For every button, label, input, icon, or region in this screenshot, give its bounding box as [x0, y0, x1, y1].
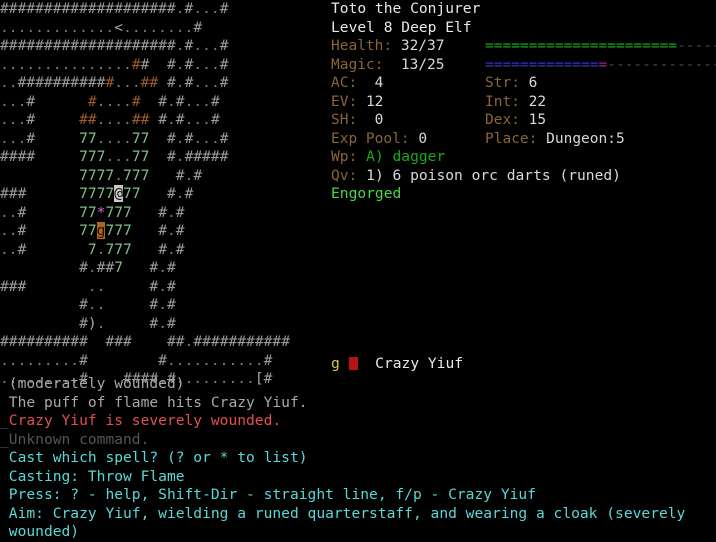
exp-pool-value: 0	[418, 130, 428, 147]
quiver-label: Qv:	[331, 166, 358, 184]
message-line: Press: ? - help, Shift-Dir - straight li…	[0, 486, 716, 505]
ac-value: 4	[374, 75, 384, 91]
str-label: Str:	[485, 75, 520, 91]
monster-list-item[interactable]: g Crazy Yiuf	[0, 355, 716, 374]
health-value: 32/37	[400, 38, 445, 54]
map-row: ...# 77....77 #.#...#	[0, 129, 229, 147]
player-cursor: @	[114, 185, 124, 202]
monster-name: Crazy Yiuf	[375, 355, 464, 372]
map-row: ...............## #.#...#	[0, 55, 229, 73]
health-row: Health: 32/37 ======================-----	[331, 37, 716, 56]
sh-dex-row: SH: 0 Dex: 15	[331, 111, 716, 130]
message-text: Press: ? - help, Shift-Dir - straight li…	[8, 486, 536, 503]
dex-label: Dex:	[485, 112, 520, 128]
message-line: The puff of flame hits Crazy Yiuf.	[0, 394, 716, 413]
magic-bar-empty: -------------	[607, 56, 716, 73]
game-screen: ####################.#...# .............…	[0, 0, 716, 540]
sh-label: SH:	[331, 112, 358, 128]
health-bar-filled: ======================	[485, 38, 678, 54]
map-row: ..###########...## #.#...#	[0, 74, 229, 91]
map-row: #). #.#	[79, 314, 176, 332]
exp-place-row: Exp Pool: 0 Place: Dungeon:5	[331, 130, 716, 149]
ev-int-row: EV: 12 Int: 22	[331, 93, 716, 112]
place-value: Dungeon:5	[546, 130, 625, 147]
exp-pool-label: Exp Pool:	[331, 130, 410, 147]
message-line: (moderately wounded)	[0, 375, 716, 394]
message-line: _Crazy Yiuf is severely wounded.	[0, 412, 716, 431]
player-stats-panel: Toto the Conjurer Level 8 Deep Elf Healt…	[331, 0, 716, 202]
player-name-row: Toto the Conjurer	[331, 0, 716, 19]
ev-value: 12	[365, 93, 384, 110]
status-row: Engorged	[331, 185, 716, 204]
map-row: ..# 7.777 #.#	[0, 240, 185, 258]
map-row: 7777.777 #.#	[79, 166, 203, 184]
message-more-marker: _	[0, 430, 9, 448]
weapon-value: A) dagger	[366, 148, 446, 165]
magic-bar-filled: =============	[485, 56, 599, 73]
magic-bar: ==============-------------	[485, 56, 716, 75]
message-more-marker: _	[0, 412, 9, 429]
message-line: Casting: Throw Flame	[0, 468, 716, 487]
map-row: #.. #.#	[79, 296, 176, 313]
quiver-value: 1) 6 poison orc darts (runed)	[366, 166, 621, 184]
map-row: ### 7777@77 #.#	[0, 185, 194, 202]
map-row: ####################.#...#	[0, 37, 229, 54]
message-log[interactable]: (moderately wounded) The puff of flame h…	[0, 375, 716, 540]
magic-row: Magic: 13/25 ==============-------------	[331, 56, 716, 75]
message-text: Unknown command.	[8, 430, 150, 448]
message-line: Cast which spell? (? or * to list)	[0, 449, 716, 468]
magic-label: Magic:	[331, 56, 384, 73]
message-text: Cast which spell? (? or * to list)	[8, 449, 308, 466]
magic-bar-drained: =	[598, 56, 608, 73]
message-text: Casting: Throw Flame	[8, 467, 185, 485]
monster-list-panel: g Crazy Yiuf	[0, 355, 716, 375]
ac-str-row: AC: 4 Str: 6	[331, 74, 716, 93]
map-row: ####################.#...#	[0, 0, 229, 17]
map-row: ..# 77*777 #.#	[0, 203, 185, 221]
weapon-row[interactable]: Wp: A) dagger	[331, 148, 716, 167]
message-text: Crazy Yiuf is severely wounded.	[8, 412, 282, 429]
map-row: ########## ### ##.###########	[0, 333, 290, 350]
ev-label: EV:	[331, 93, 358, 110]
message-text: (moderately wounded)	[8, 375, 185, 392]
monster-health-bar	[348, 357, 358, 370]
health-bar: ======================-----	[485, 37, 716, 56]
map-row: #### 777...77 #.#####	[0, 148, 229, 165]
map-row: ...# ##....## #.#...#	[0, 111, 220, 128]
map-row: ..# 77g777 #.#	[0, 222, 185, 239]
message-line: Aim: Crazy Yiuf, wielding a runed quarte…	[0, 505, 716, 524]
health-bar-empty: -----	[677, 38, 716, 54]
weapon-item-glyph[interactable]: )	[88, 315, 97, 332]
map-row: #.##7 #.#	[79, 259, 176, 276]
player-level-species: Level 8 Deep Elf	[331, 18, 472, 36]
message-line: wounded)	[0, 523, 716, 542]
int-label: Int:	[485, 93, 520, 110]
map-row: ...# #....# #.#...#	[0, 92, 220, 110]
message-text: wounded)	[8, 523, 80, 540]
sh-value: 0	[374, 112, 384, 128]
quiver-row[interactable]: Qv: 1) 6 poison orc darts (runed)	[331, 167, 716, 186]
player-name: Toto the Conjurer	[331, 0, 481, 17]
ac-label: AC:	[331, 75, 358, 91]
health-label: Health:	[331, 38, 393, 54]
str-value: 6	[528, 75, 538, 91]
message-text: The puff of flame hits Crazy Yiuf.	[8, 393, 308, 411]
place-label: Place:	[485, 130, 538, 147]
map-row: ### .. #.#	[0, 277, 176, 295]
dex-value: 15	[528, 112, 547, 128]
int-value: 22	[528, 93, 547, 110]
map-row: .............<........#	[0, 18, 203, 36]
status-badge: Engorged	[331, 185, 402, 202]
message-text: Aim: Crazy Yiuf, wielding a runed quarte…	[8, 504, 686, 522]
player-level-row: Level 8 Deep Elf	[331, 19, 716, 38]
weapon-label: Wp:	[331, 148, 358, 165]
dungeon-map[interactable]: ####################.#...# .............…	[0, 0, 325, 387]
monster-glyph: g	[331, 355, 340, 372]
magic-value: 13/25	[400, 56, 445, 73]
message-line: _Unknown command.	[0, 431, 716, 450]
